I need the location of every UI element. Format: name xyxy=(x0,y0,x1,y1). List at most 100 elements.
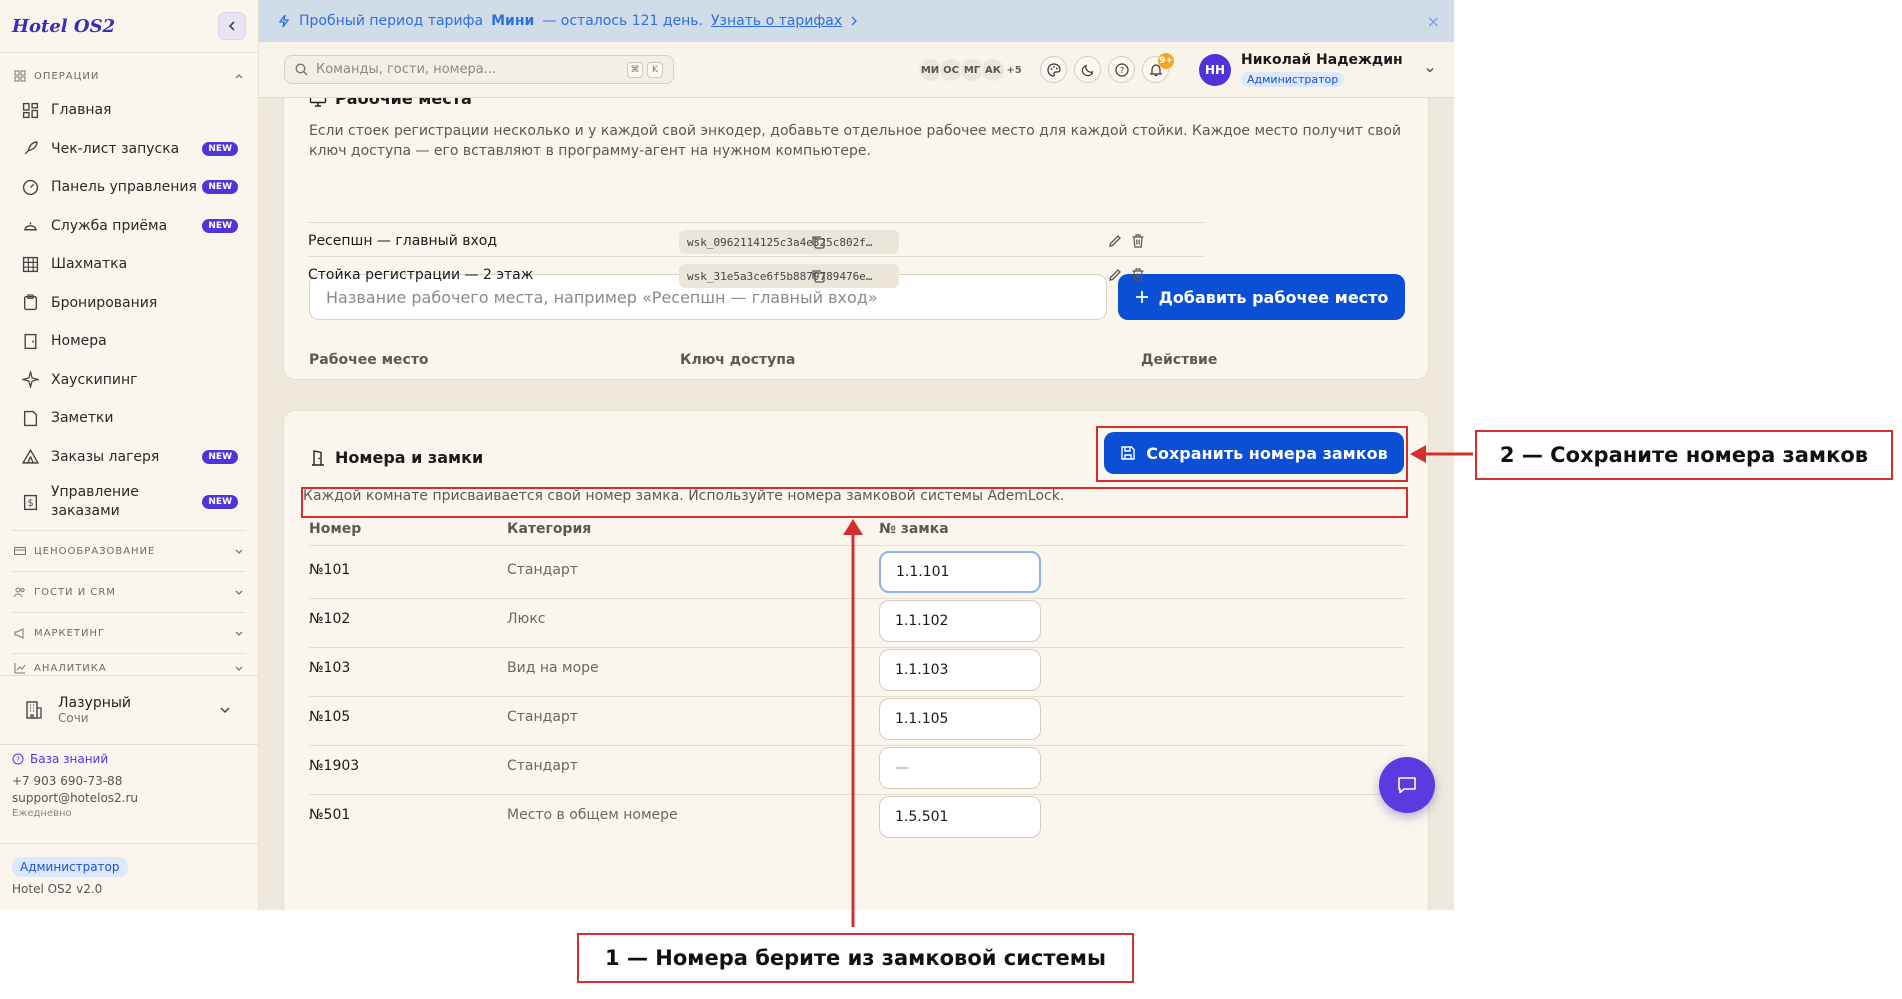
chevron-down-icon xyxy=(1426,67,1434,72)
banner-suffix: — осталось 121 день. xyxy=(542,13,704,29)
sidebar-item-home[interactable]: Главная xyxy=(0,91,258,130)
sidebar-item-bookings[interactable]: Бронирования xyxy=(0,284,258,323)
user-name: Николай Надеждин xyxy=(1241,52,1403,68)
sidebar-item-label: Хаускипинг xyxy=(51,371,138,388)
notification-count: 9+ xyxy=(1158,53,1174,69)
add-workplace-button[interactable]: Добавить рабочее место xyxy=(1118,274,1405,320)
chevron-down-icon xyxy=(235,549,243,554)
section-marketing[interactable]: МАРКЕТИНГ xyxy=(0,615,258,651)
sidebar-footer: Администратор Hotel OS2 v2.0 xyxy=(0,843,259,908)
kbd-key: ⌘ xyxy=(627,61,643,78)
lock-number-input[interactable]: 1.1.101 xyxy=(879,551,1041,593)
command-search[interactable]: Команды, гости, номера... ⌘ K xyxy=(284,55,674,84)
door-icon xyxy=(312,449,324,466)
divider xyxy=(12,530,246,531)
divider xyxy=(12,653,246,654)
lock-number-input[interactable]: — xyxy=(879,747,1041,789)
sidebar-item-notes[interactable]: Заметки xyxy=(0,399,258,438)
tariffs-link[interactable]: Узнать о тарифах xyxy=(711,13,842,29)
user-menu[interactable]: НН Николай Надеждин Администратор xyxy=(1199,52,1435,87)
section-label: ГОСТИ И CRM xyxy=(34,586,116,598)
sidebar: Hotel OS2 ОПЕРАЦИИ Главная Чек-лист запу… xyxy=(0,0,259,910)
room-number: №105 xyxy=(309,709,351,725)
card-icon xyxy=(14,547,26,555)
dashboard-icon xyxy=(22,102,39,118)
lock-number-input[interactable]: 1.1.102 xyxy=(879,600,1041,642)
sidebar-header: Hotel OS2 xyxy=(0,0,258,53)
edit-icon[interactable] xyxy=(1107,267,1123,283)
gauge-icon xyxy=(22,179,39,195)
grid-icon xyxy=(14,70,26,82)
locks-title-row: Номера и замки xyxy=(309,448,483,467)
sidebar-item-camp-orders[interactable]: Заказы лагеря NEW xyxy=(0,438,258,477)
close-banner-button[interactable]: × xyxy=(1427,12,1440,31)
collapse-sidebar-button[interactable] xyxy=(218,12,246,40)
app-version: Hotel OS2 v2.0 xyxy=(12,882,103,896)
workplaces-title: Рабочие места xyxy=(335,98,472,108)
lock-number-input[interactable]: 1.1.105 xyxy=(879,698,1041,740)
workplace-name: Ресепшн — главный вход xyxy=(308,233,498,249)
section-pricing[interactable]: ЦЕНООБРАЗОВАНИЕ xyxy=(0,533,258,569)
support-phone[interactable]: +7 903 690-73-88 xyxy=(12,774,252,788)
lock-number-input[interactable]: 1.1.103 xyxy=(879,649,1041,691)
chat-bubble-icon xyxy=(1398,777,1416,794)
sidebar-item-chessboard[interactable]: Шахматка xyxy=(0,245,258,284)
section-operations[interactable]: ОПЕРАЦИИ xyxy=(0,61,258,91)
copy-icon[interactable] xyxy=(810,268,826,284)
sidebar-item-label: Заказы лагеря xyxy=(51,448,160,465)
trash-icon[interactable] xyxy=(1130,267,1146,283)
annotation-step1: 1 — Номера берите из замковой системы xyxy=(577,933,1134,983)
support-email[interactable]: support@hotelos2.ru xyxy=(12,791,252,805)
sidebar-item-front-desk[interactable]: Служба приёма NEW xyxy=(0,207,258,246)
new-badge: NEW xyxy=(202,180,238,195)
notifications-button[interactable]: 9+ xyxy=(1142,53,1174,83)
help-button[interactable]: ? xyxy=(1108,56,1135,83)
sidebar-item-housekeeping[interactable]: Хаускипинг xyxy=(0,361,258,400)
knowledge-base-link[interactable]: ? База знаний xyxy=(12,752,252,766)
section-guests-crm[interactable]: ГОСТИ И CRM xyxy=(0,574,258,610)
svg-text:$: $ xyxy=(27,498,33,509)
table-grid-icon xyxy=(22,256,39,272)
col-header-lock: № замка xyxy=(879,521,949,537)
annotation-highlight-save xyxy=(1096,426,1408,482)
dark-mode-button[interactable] xyxy=(1074,56,1101,83)
lock-number-input[interactable]: 1.5.501 xyxy=(879,796,1041,838)
clipboard-icon xyxy=(23,294,38,311)
col-header-room: Номер xyxy=(309,521,362,537)
room-number: №103 xyxy=(309,660,351,676)
access-key: wsk_0962114125c3a4e325c802f… xyxy=(679,230,899,254)
sidebar-item-control-panel[interactable]: Панель управления NEW xyxy=(0,168,258,207)
room-category: Стандарт xyxy=(507,709,578,725)
row-divider xyxy=(309,745,1405,746)
sidebar-item-rooms[interactable]: Номера xyxy=(0,322,258,361)
search-icon xyxy=(295,63,308,76)
col-header-key: Ключ доступа xyxy=(680,352,796,368)
online-users[interactable]: МИ ОС МГ АК +5 xyxy=(918,58,1023,82)
section-label: ЦЕНООБРАЗОВАНИЕ xyxy=(34,545,156,557)
sidebar-item-launch-checklist[interactable]: Чек-лист запуска NEW xyxy=(0,130,258,169)
banner-prefix: Пробный период тарифа xyxy=(299,13,484,29)
room-category: Стандарт xyxy=(507,562,578,578)
theme-palette-button[interactable] xyxy=(1040,56,1067,83)
monitor-icon xyxy=(309,98,327,107)
new-badge: NEW xyxy=(202,141,238,156)
trash-icon[interactable] xyxy=(1130,233,1146,249)
locks-card: Номера и замки Сохранить номера замков К… xyxy=(283,410,1429,910)
col-header-action: Действие xyxy=(1141,352,1218,368)
chat-button[interactable] xyxy=(1379,757,1435,813)
megaphone-icon xyxy=(14,628,24,639)
bell-service-icon xyxy=(24,222,37,231)
locks-title: Номера и замки xyxy=(335,448,484,467)
chart-icon xyxy=(14,663,26,674)
row-divider xyxy=(309,647,1405,648)
annotation-highlight-description xyxy=(301,487,1408,518)
divider xyxy=(12,612,246,613)
support-block: ? База знаний +7 903 690-73-88 support@h… xyxy=(12,752,252,819)
user-role-badge: Администратор xyxy=(1241,72,1345,87)
row-divider xyxy=(309,598,1405,599)
sidebar-item-order-management[interactable]: $ Управление заказами NEW xyxy=(0,476,258,528)
edit-icon[interactable] xyxy=(1107,233,1123,249)
copy-icon[interactable] xyxy=(810,234,826,250)
hotel-selector[interactable]: Лазурный Сочи xyxy=(0,675,259,745)
palette-icon xyxy=(1046,62,1061,77)
